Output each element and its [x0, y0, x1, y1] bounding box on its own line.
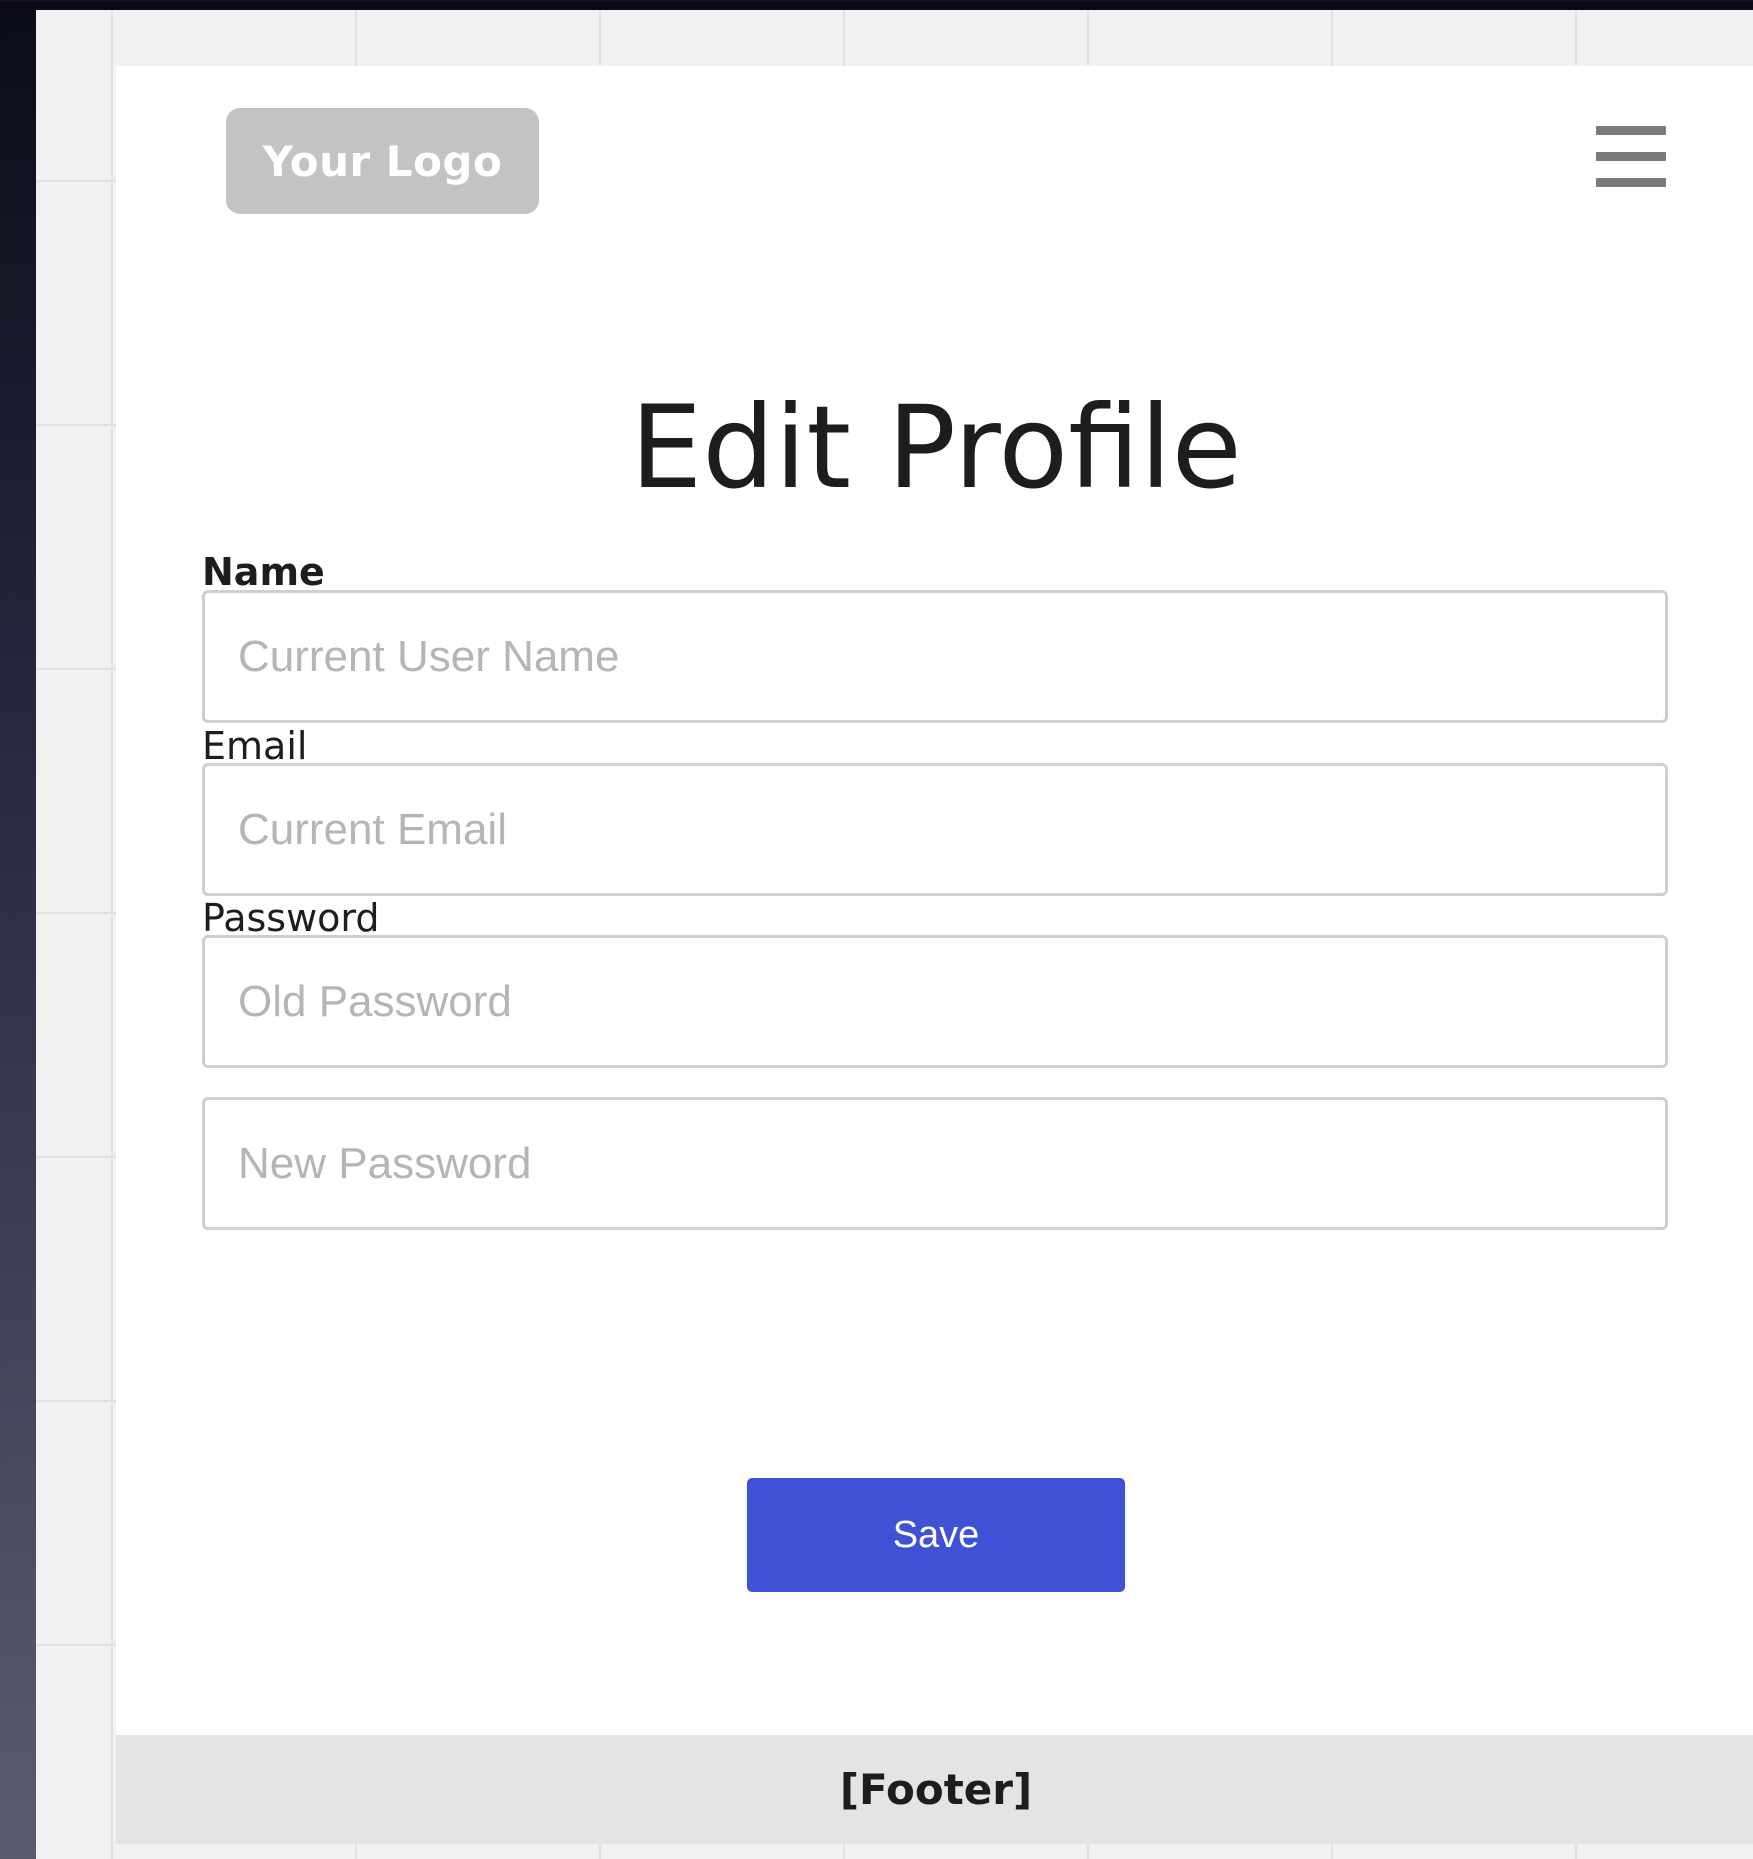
page-title: Edit Profile [630, 381, 1242, 514]
footer-text: [Footer] [839, 1765, 1033, 1814]
password-label: Password [202, 896, 380, 940]
menu-icon-bar [1596, 178, 1666, 187]
name-label: Name [202, 550, 325, 594]
name-input[interactable] [202, 590, 1668, 723]
footer: [Footer] [116, 1735, 1753, 1844]
save-button[interactable]: Save [747, 1478, 1125, 1592]
logo: Your Logo [226, 108, 539, 214]
canvas-background: Your Logo Edit Profile Name Email Passwo… [36, 10, 1753, 1859]
email-label: Email [202, 724, 308, 768]
page-card: Your Logo Edit Profile Name Email Passwo… [116, 66, 1753, 1844]
email-input[interactable] [202, 763, 1668, 896]
menu-button[interactable] [1596, 126, 1666, 188]
new-password-input[interactable] [202, 1097, 1668, 1230]
menu-icon-bar [1596, 126, 1666, 135]
menu-icon-bar [1596, 152, 1666, 161]
old-password-input[interactable] [202, 935, 1668, 1068]
